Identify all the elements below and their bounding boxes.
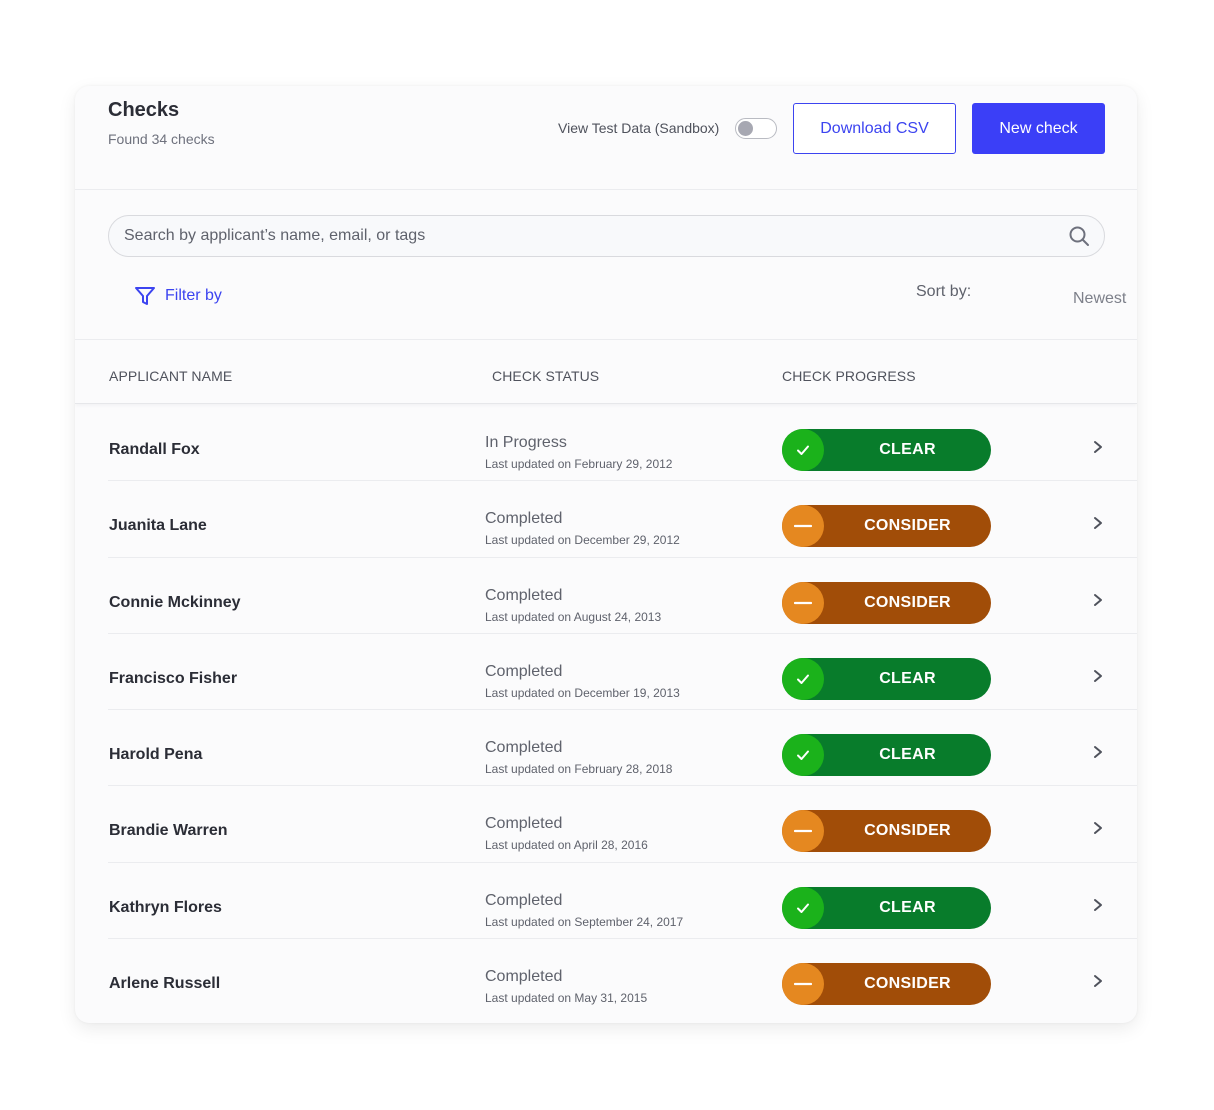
column-header-check-status[interactable]: CHECK STATUS	[492, 368, 599, 384]
search-bar	[108, 215, 1105, 257]
check-result-badge: CONSIDER	[782, 581, 991, 624]
download-csv-button[interactable]: Download CSV	[793, 103, 956, 154]
applicant-name: Kathryn Flores	[109, 898, 222, 916]
table-header: APPLICANT NAME CHECK STATUS CHECK PROGRE…	[75, 339, 1137, 404]
table-row[interactable]: Connie Mckinney Completed Last updated o…	[108, 558, 1137, 634]
table-row[interactable]: Arlene Russell Completed Last updated on…	[108, 939, 1137, 1015]
filter-funnel-icon	[135, 287, 155, 305]
applicant-name: Connie Mckinney	[109, 593, 241, 611]
check-result-label: CLEAR	[879, 669, 936, 687]
checkmark-icon	[782, 734, 824, 777]
checkmark-icon	[782, 429, 824, 471]
sandbox-toggle[interactable]	[735, 118, 777, 139]
chevron-right-icon[interactable]	[1092, 974, 1104, 988]
check-result-badge: CLEAR	[782, 886, 991, 929]
check-result-label: CONSIDER	[864, 593, 951, 611]
check-result-label: CONSIDER	[864, 822, 951, 840]
last-updated: Last updated on May 31, 2015	[485, 991, 648, 1006]
sandbox-toggle-label: View Test Data (Sandbox)	[558, 120, 720, 136]
search-input[interactable]	[124, 216, 1054, 256]
last-updated: Last updated on December 19, 2013	[485, 685, 680, 700]
search-icon[interactable]	[1068, 225, 1090, 247]
check-status: In Progress	[485, 434, 567, 451]
last-updated: Last updated on February 28, 2018	[485, 762, 673, 777]
table-row[interactable]: Francisco Fisher Completed Last updated …	[108, 634, 1137, 711]
check-status: Completed	[485, 662, 563, 680]
applicant-name: Brandie Warren	[109, 822, 228, 840]
column-header-applicant-name[interactable]: APPLICANT NAME	[109, 368, 232, 384]
check-result-badge: CLEAR	[782, 734, 991, 777]
table-row[interactable]: Brandie Warren Completed Last updated on…	[108, 786, 1137, 863]
table-row[interactable]: Juanita Lane Completed Last updated on D…	[108, 481, 1137, 558]
applicant-name: Harold Pena	[109, 746, 203, 764]
new-check-button[interactable]: New check	[972, 103, 1105, 154]
chevron-right-icon[interactable]	[1092, 593, 1104, 607]
chevron-right-icon[interactable]	[1092, 669, 1104, 683]
table-row[interactable]: Harold Pena Completed Last updated on Fe…	[108, 710, 1137, 787]
check-result-badge: CLEAR	[782, 429, 991, 471]
check-status: Completed	[485, 739, 563, 757]
check-status: Completed	[485, 510, 563, 528]
filter-button[interactable]: Filter by	[134, 285, 222, 307]
sort-select[interactable]: Newest	[1073, 290, 1126, 308]
check-status: Completed	[485, 586, 563, 604]
check-result-label: CONSIDER	[864, 975, 951, 993]
check-result-badge: CONSIDER	[782, 810, 991, 853]
last-updated: Last updated on December 29, 2012	[485, 533, 680, 548]
check-result-label: CLEAR	[879, 746, 936, 764]
check-result-label: CLEAR	[879, 898, 936, 916]
page-title: Checks	[108, 99, 180, 121]
check-status: Completed	[485, 968, 563, 986]
column-header-check-progress[interactable]: CHECK PROGRESS	[782, 368, 916, 384]
last-updated: Last updated on April 28, 2016	[485, 838, 648, 853]
check-result-label: CLEAR	[879, 441, 936, 458]
check-result-badge: CONSIDER	[782, 963, 991, 1006]
applicant-name: Juanita Lane	[109, 517, 207, 535]
chevron-right-icon[interactable]	[1092, 440, 1104, 454]
table-row[interactable]: Randall Fox In Progress Last updated on …	[108, 405, 1137, 482]
check-result-label: CONSIDER	[864, 517, 951, 535]
minus-icon	[782, 505, 824, 548]
check-result-badge: CLEAR	[782, 657, 991, 700]
check-result-badge: CONSIDER	[782, 505, 991, 548]
chevron-right-icon[interactable]	[1092, 898, 1104, 912]
sort-label: Sort by:	[916, 283, 972, 300]
applicant-name: Randall Fox	[109, 441, 200, 458]
minus-icon	[782, 581, 824, 624]
checkmark-icon	[782, 886, 824, 929]
toggle-knob	[738, 120, 753, 136]
checks-card: Checks Found 34 checks View Test Data (S…	[75, 86, 1137, 1023]
check-status: Completed	[485, 891, 563, 909]
last-updated: Last updated on February 29, 2012	[485, 457, 673, 471]
minus-icon	[782, 963, 824, 1006]
chevron-right-icon[interactable]	[1092, 745, 1104, 759]
applicant-name: Arlene Russell	[109, 975, 221, 993]
table-row[interactable]: Kathryn Flores Completed Last updated on…	[108, 863, 1137, 940]
last-updated: Last updated on August 24, 2013	[485, 609, 662, 624]
filter-label: Filter by	[165, 287, 222, 304]
checks-table-body: Randall Fox In Progress Last updated on …	[75, 405, 1137, 1015]
last-updated: Last updated on September 24, 2017	[485, 914, 684, 929]
chevron-right-icon[interactable]	[1092, 821, 1104, 835]
page-header: Checks Found 34 checks View Test Data (S…	[75, 86, 1137, 190]
chevron-right-icon[interactable]	[1092, 516, 1104, 530]
check-status: Completed	[485, 815, 563, 833]
checks-count: Found 34 checks	[108, 131, 215, 147]
minus-icon	[782, 810, 824, 853]
applicant-name: Francisco Fisher	[109, 669, 238, 687]
checkmark-icon	[782, 657, 824, 700]
